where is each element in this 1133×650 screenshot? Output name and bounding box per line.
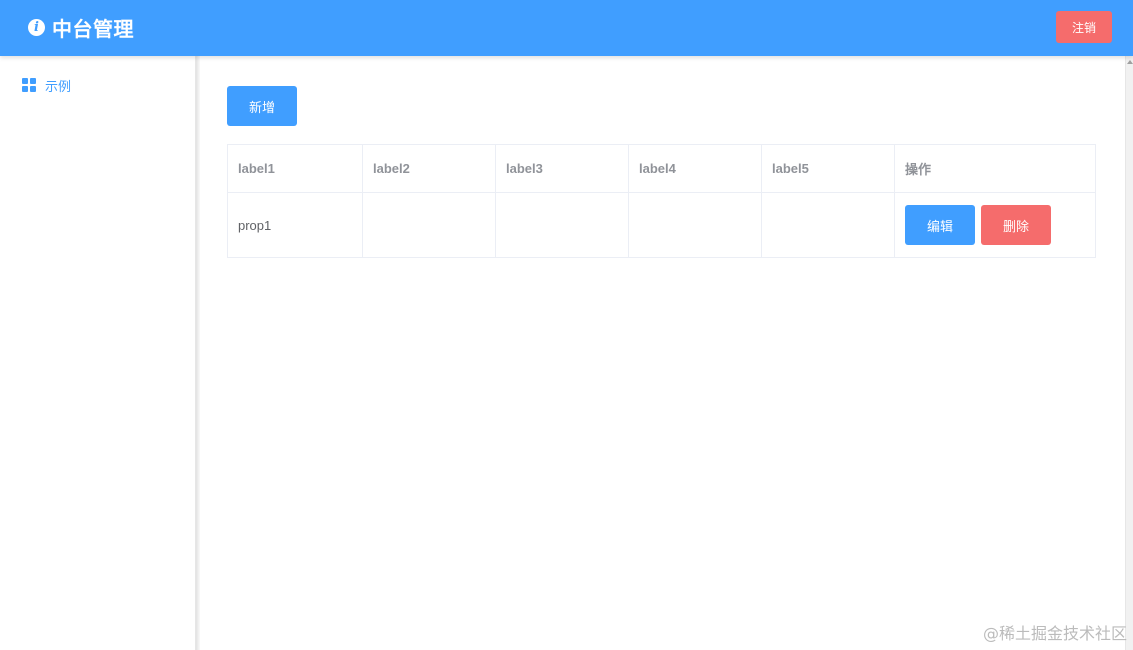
column-header-label3: label3: [495, 144, 629, 193]
table-header-row: label1 label2 label3 label4 label5 操作: [227, 144, 1096, 193]
edit-button[interactable]: 编辑: [905, 205, 975, 245]
sidebar-item-example[interactable]: 示例: [0, 70, 196, 100]
table-cell: prop1: [227, 192, 363, 258]
column-header-label1: label1: [227, 144, 363, 193]
main-content: 新增 label1 label2 label3 label4 label5 操作…: [200, 56, 1125, 650]
sidebar: 示例: [0, 56, 196, 650]
app-title: 中台管理: [52, 16, 134, 41]
column-header-label5: label5: [761, 144, 895, 193]
column-header-actions: 操作: [894, 144, 1096, 193]
table-cell: [761, 192, 895, 258]
add-button[interactable]: 新增: [227, 86, 297, 126]
table-cell: [495, 192, 629, 258]
logout-button[interactable]: 注销: [1056, 11, 1112, 43]
column-header-label2: label2: [362, 144, 496, 193]
table-cell: [628, 192, 762, 258]
scroll-up-icon[interactable]: [1127, 60, 1133, 64]
table-row: prop1 编辑 删除: [227, 192, 1096, 258]
watermark: @稀土掘金技术社区: [982, 624, 1127, 643]
column-header-label4: label4: [628, 144, 762, 193]
table-cell: [362, 192, 496, 258]
actions-cell: 编辑 删除: [894, 192, 1096, 258]
info-icon: i: [28, 18, 45, 36]
grid-icon: [22, 78, 36, 92]
sidebar-item-label: 示例: [45, 79, 72, 95]
delete-button[interactable]: 删除: [981, 205, 1051, 245]
top-header: i 中台管理 注销: [0, 0, 1133, 56]
vertical-scrollbar[interactable]: [1125, 56, 1133, 650]
brand: i 中台管理: [28, 14, 134, 41]
data-table: label1 label2 label3 label4 label5 操作 pr…: [227, 144, 1096, 258]
